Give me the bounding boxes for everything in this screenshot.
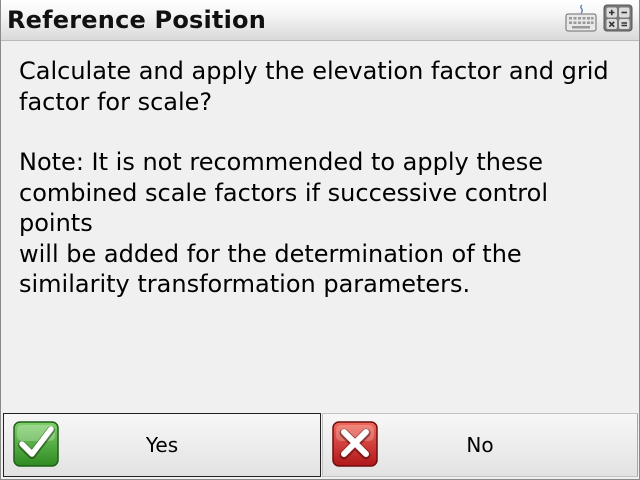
check-icon — [13, 421, 59, 471]
dialog-message: Calculate and apply the elevation factor… — [19, 56, 619, 300]
question-line-1: Calculate and apply the elevation factor… — [19, 57, 609, 85]
dialog-window: Reference Position Calculate and apply t… — [0, 0, 640, 480]
question-text: Calculate and apply the elevation factor… — [19, 56, 619, 117]
note-line-2: combined scale factors if successive con… — [19, 178, 548, 238]
note-line-4: similarity transformation parameters. — [19, 270, 471, 298]
note-line-3: will be added for the determination of t… — [19, 239, 522, 268]
yes-button[interactable]: Yes — [3, 413, 321, 477]
x-icon — [332, 421, 378, 471]
dialog-title: Reference Position — [7, 6, 266, 34]
note-line-1: Note: It is not recommended to apply the… — [19, 148, 544, 176]
title-bar-icons — [565, 4, 633, 36]
calculator-icon[interactable] — [603, 3, 633, 37]
keyboard-icon[interactable] — [565, 3, 597, 37]
note-text: Note: It is not recommended to apply the… — [19, 147, 619, 300]
no-button[interactable]: No — [322, 413, 638, 477]
title-bar: Reference Position — [1, 0, 639, 41]
no-button-label: No — [466, 433, 494, 457]
yes-button-label: Yes — [145, 433, 179, 457]
question-line-2: factor for scale? — [19, 87, 213, 116]
